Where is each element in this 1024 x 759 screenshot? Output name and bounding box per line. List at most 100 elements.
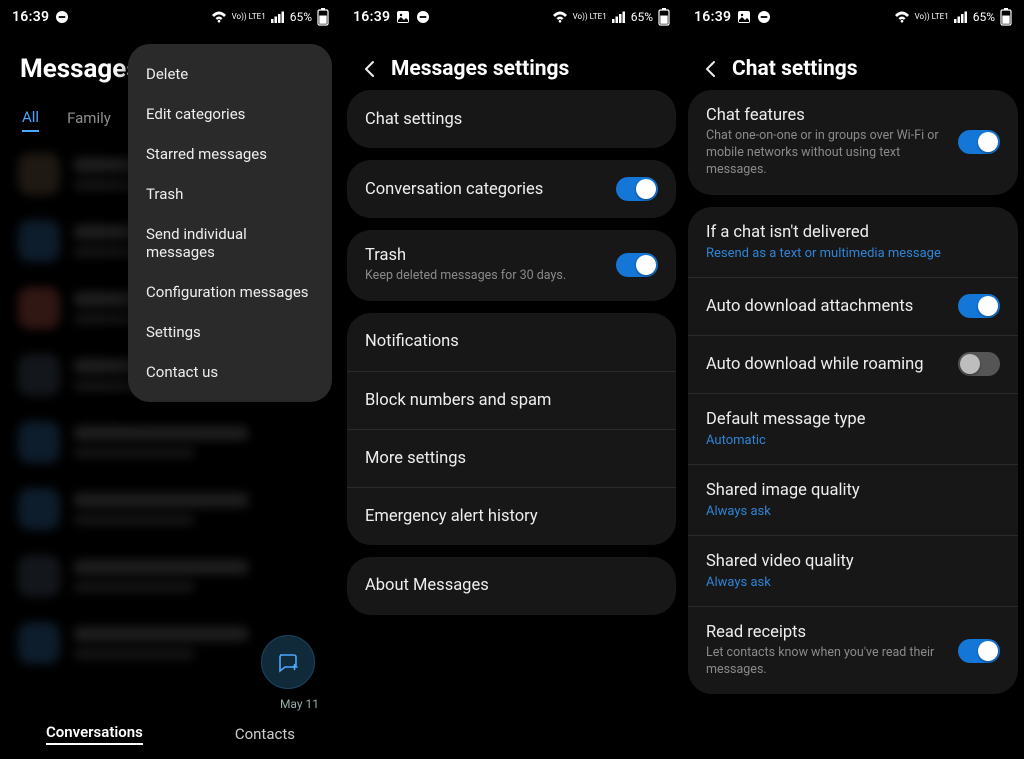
menu-settings[interactable]: Settings [128, 312, 332, 352]
menu-send-individual[interactable]: Send individual messages [128, 214, 332, 272]
toggle-chat-features[interactable] [958, 130, 1000, 154]
notification-dot-icon [757, 10, 771, 24]
row-label: About Messages [365, 576, 648, 595]
row-label: Block numbers and spam [365, 391, 648, 410]
chevron-left-icon [360, 59, 380, 79]
bottom-nav: Conversations Contacts [0, 709, 341, 759]
row-label: Emergency alert history [365, 507, 648, 526]
row-label: Conversation categories [365, 180, 606, 199]
status-time: 16:39 [694, 9, 731, 25]
row-more-settings[interactable]: More settings [347, 429, 676, 487]
row-label: More settings [365, 449, 648, 468]
toggle-trash[interactable] [616, 253, 658, 277]
lte-label: Vo)) LTE1 [573, 13, 607, 21]
row-emergency-alert[interactable]: Emergency alert history [347, 487, 676, 545]
menu-delete[interactable]: Delete [128, 54, 332, 94]
row-sublabel: Resend as a text or multimedia message [706, 246, 990, 261]
row-label: Auto download while roaming [706, 355, 948, 374]
battery-percent: 65% [973, 10, 995, 24]
row-about-messages[interactable]: About Messages [347, 557, 676, 615]
screen-chat-settings: 16:39 Vo)) LTE1 65% Chat settings [682, 0, 1024, 759]
battery-icon [317, 8, 329, 26]
status-bar: 16:39 Vo)) LTE1 65% [682, 0, 1024, 34]
row-chat-features[interactable]: Chat features Chat one-on-one or in grou… [688, 90, 1018, 195]
row-sublabel: Chat one-on-one or in groups over Wi-Fi … [706, 128, 948, 179]
toggle-auto-download[interactable] [958, 294, 1000, 318]
back-button[interactable] [698, 56, 724, 82]
row-label: Auto download attachments [706, 297, 948, 316]
row-sublabel: Keep deleted messages for 30 days. [365, 268, 606, 285]
menu-starred-messages[interactable]: Starred messages [128, 134, 332, 174]
row-label: Shared image quality [706, 481, 990, 500]
menu-trash[interactable]: Trash [128, 174, 332, 214]
row-label: Default message type [706, 410, 990, 429]
row-default-message-type[interactable]: Default message type Automatic [688, 393, 1018, 464]
screen-messages: 16:39 Vo)) LTE1 65% Messages [0, 0, 341, 759]
battery-percent: 65% [290, 10, 312, 24]
row-label: If a chat isn't delivered [706, 223, 990, 242]
row-label: Chat settings [365, 110, 648, 129]
row-value: Automatic [706, 433, 990, 448]
row-notifications[interactable]: Notifications [347, 313, 676, 371]
toggle-auto-download-roaming[interactable] [958, 352, 1000, 376]
page-title: Messages settings [391, 57, 569, 81]
tab-family[interactable]: Family [67, 109, 111, 131]
row-shared-video-quality[interactable]: Shared video quality Always ask [688, 535, 1018, 606]
status-bar: 16:39 Vo)) LTE1 65% [341, 0, 682, 34]
battery-percent: 65% [631, 10, 653, 24]
new-conversation-fab[interactable] [261, 635, 315, 689]
battery-icon [1000, 8, 1012, 26]
page-title: Chat settings [732, 57, 858, 81]
row-value: Always ask [706, 575, 990, 590]
new-chat-icon [276, 650, 300, 674]
toggle-read-receipts[interactable] [958, 639, 1000, 663]
notification-dot-icon [416, 10, 430, 24]
row-label: Chat features [706, 106, 948, 125]
menu-contact-us[interactable]: Contact us [128, 352, 332, 392]
row-auto-download-roaming[interactable]: Auto download while roaming [688, 335, 1018, 393]
signal-icon [271, 11, 285, 23]
row-sublabel: Let contacts know when you've read their… [706, 645, 948, 679]
status-time: 16:39 [12, 9, 49, 25]
page-title: Messages [20, 54, 140, 84]
row-label: Read receipts [706, 623, 948, 642]
row-shared-image-quality[interactable]: Shared image quality Always ask [688, 464, 1018, 535]
signal-icon [954, 11, 968, 23]
tab-all[interactable]: All [22, 108, 39, 132]
row-conversation-categories[interactable]: Conversation categories [347, 160, 676, 218]
row-label: Trash [365, 246, 606, 265]
list-item[interactable] [0, 408, 341, 475]
notification-dot-icon [55, 10, 69, 24]
toggle-conversation-categories[interactable] [616, 177, 658, 201]
chevron-left-icon [701, 59, 721, 79]
lte-label: Vo)) LTE1 [232, 13, 266, 21]
screen-messages-settings: 16:39 Vo)) LTE1 65% Messages settings [341, 0, 682, 759]
row-value: Always ask [706, 504, 990, 519]
status-bar: 16:39 Vo)) LTE1 65% [0, 0, 341, 34]
battery-icon [658, 8, 670, 26]
row-read-receipts[interactable]: Read receipts Let contacts know when you… [688, 606, 1018, 695]
nav-conversations[interactable]: Conversations [46, 723, 143, 745]
gallery-notif-icon [396, 10, 410, 24]
wifi-icon [894, 11, 910, 23]
list-item[interactable] [0, 542, 341, 609]
row-if-not-delivered[interactable]: If a chat isn't delivered Resend as a te… [688, 207, 1018, 277]
gallery-notif-icon [737, 10, 751, 24]
row-auto-download[interactable]: Auto download attachments [688, 277, 1018, 335]
row-block-numbers[interactable]: Block numbers and spam [347, 371, 676, 429]
nav-contacts[interactable]: Contacts [235, 725, 295, 743]
list-item[interactable] [0, 475, 341, 542]
menu-configuration-messages[interactable]: Configuration messages [128, 272, 332, 312]
wifi-icon [552, 11, 568, 23]
row-label: Shared video quality [706, 552, 990, 571]
row-trash[interactable]: Trash Keep deleted messages for 30 days. [347, 230, 676, 301]
back-button[interactable] [357, 56, 383, 82]
row-chat-settings[interactable]: Chat settings [347, 90, 676, 148]
status-time: 16:39 [353, 9, 390, 25]
overflow-menu: Delete Edit categories Starred messages … [128, 44, 332, 402]
signal-icon [612, 11, 626, 23]
lte-label: Vo)) LTE1 [915, 13, 949, 21]
menu-edit-categories[interactable]: Edit categories [128, 94, 332, 134]
wifi-icon [211, 11, 227, 23]
row-label: Notifications [365, 332, 648, 351]
